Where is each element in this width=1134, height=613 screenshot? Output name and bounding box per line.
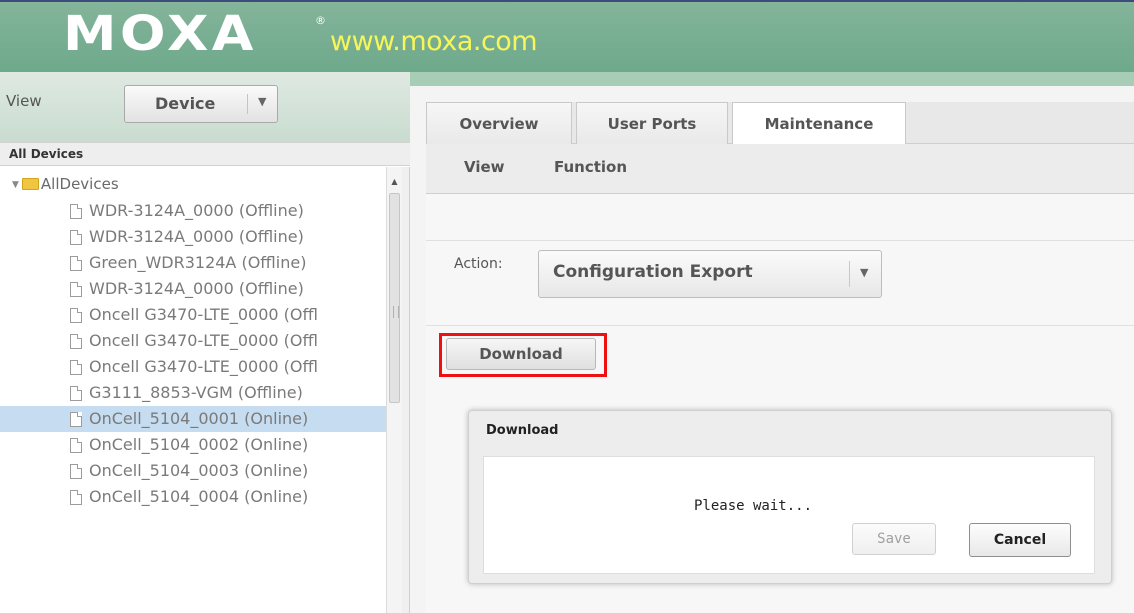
download-highlight-box [439, 333, 607, 377]
tree-root-alldevices[interactable]: ▼ AllDevices [12, 175, 119, 197]
document-icon [70, 360, 82, 375]
action-select-value: Configuration Export [553, 262, 753, 282]
tree-device-item[interactable]: WDR-3124A_0000 (Offline) [0, 224, 386, 250]
tree-device-item[interactable]: OnCell_5104_0003 (Online) [0, 458, 386, 484]
all-devices-header: All Devices [0, 142, 410, 166]
device-tree: ▼ AllDevices WDR-3124A_0000 (Offline) WDR… [0, 167, 386, 613]
tree-device-item[interactable]: Oncell G3470-LTE_0000 (Offl [0, 354, 386, 380]
header-top-line [0, 0, 1134, 2]
document-icon [70, 334, 82, 349]
moxa-url: www.moxa.com [330, 26, 538, 57]
device-label: Oncell G3470-LTE_0000 (Offl [89, 305, 318, 324]
subtab-bar: View Function [426, 144, 1134, 194]
app-header: MOXA ® www.moxa.com [0, 0, 1134, 72]
tab-bar: Overview User Ports Maintenance [426, 102, 1134, 145]
scroll-up-arrow-icon[interactable]: ▲ [388, 175, 401, 189]
device-label: OnCell_5104_0002 (Online) [89, 435, 309, 454]
subtab-function[interactable]: Function [554, 158, 627, 176]
subtab-view[interactable]: View [464, 158, 505, 176]
select-separator [247, 94, 248, 114]
dialog-title: Download [486, 423, 559, 438]
tab-user-ports[interactable]: User Ports [576, 102, 728, 144]
view-mode-select[interactable]: Device ▼ [124, 85, 278, 123]
document-icon [70, 204, 82, 219]
tab-maintenance[interactable]: Maintenance [732, 102, 906, 145]
tree-device-item[interactable]: WDR-3124A_0000 (Offline) [0, 198, 386, 224]
document-icon [70, 386, 82, 401]
tree-scrollbar[interactable]: ▲ [386, 167, 402, 613]
tree-device-item[interactable]: WDR-3124A_0000 (Offline) [0, 276, 386, 302]
document-icon [70, 464, 82, 479]
action-label: Action: [454, 256, 503, 272]
tree-device-item[interactable]: Green_WDR3124A (Offline) [0, 250, 386, 276]
expand-triangle-icon[interactable]: ▼ [12, 180, 19, 190]
tree-device-item[interactable]: Oncell G3470-LTE_0000 (Offl [0, 302, 386, 328]
device-label: Green_WDR3124A (Offline) [89, 253, 307, 272]
tree-root-label: AllDevices [40, 175, 119, 193]
tree-device-item[interactable]: OnCell_5104_0004 (Online) [0, 484, 386, 510]
moxa-logo: MOXA [63, 6, 257, 62]
view-label: View [6, 92, 42, 110]
document-icon [70, 412, 82, 427]
device-label: WDR-3124A_0000 (Offline) [89, 227, 304, 246]
device-label: WDR-3124A_0000 (Offline) [89, 279, 304, 298]
device-label: Oncell G3470-LTE_0000 (Offl [89, 357, 318, 376]
device-label: G3111_8853-VGM (Offline) [89, 383, 303, 402]
dialog-message: Please wait... [694, 498, 813, 514]
action-select[interactable]: Configuration Export ▼ [538, 250, 882, 298]
all-devices-title: All Devices [9, 147, 84, 161]
tree-device-item[interactable]: Oncell G3470-LTE_0000 (Offl [0, 328, 386, 354]
view-mode-value: Device [155, 94, 216, 113]
device-label: OnCell_5104_0003 (Online) [89, 461, 309, 480]
tree-device-item[interactable]: OnCell_5104_0002 (Online) [0, 432, 386, 458]
scrollbar-thumb[interactable] [389, 193, 400, 403]
document-icon [70, 256, 82, 271]
document-icon [70, 282, 82, 297]
select-separator [849, 261, 850, 287]
panel-splitter[interactable] [402, 167, 427, 613]
document-icon [70, 438, 82, 453]
tree-device-item-selected[interactable]: OnCell_5104_0001 (Online) [0, 406, 386, 432]
document-icon [70, 490, 82, 505]
document-icon [70, 308, 82, 323]
device-label: WDR-3124A_0000 (Offline) [89, 201, 304, 220]
registered-mark: ® [315, 14, 326, 27]
device-label: Oncell G3470-LTE_0000 (Offl [89, 331, 318, 350]
scroll-grip-icon [393, 306, 399, 318]
header-strip [410, 72, 1134, 86]
device-label: OnCell_5104_0004 (Online) [89, 487, 309, 506]
dropdown-arrow-icon: ▼ [258, 95, 267, 108]
tab-overview[interactable]: Overview [426, 102, 572, 144]
tree-device-item[interactable]: G3111_8853-VGM (Offline) [0, 380, 386, 406]
dropdown-arrow-icon: ▼ [860, 266, 869, 279]
document-icon [70, 230, 82, 245]
cancel-button[interactable]: Cancel [969, 523, 1071, 557]
device-label: OnCell_5104_0001 (Online) [89, 409, 309, 428]
folder-icon [21, 178, 39, 190]
save-button[interactable]: Save [852, 523, 936, 555]
